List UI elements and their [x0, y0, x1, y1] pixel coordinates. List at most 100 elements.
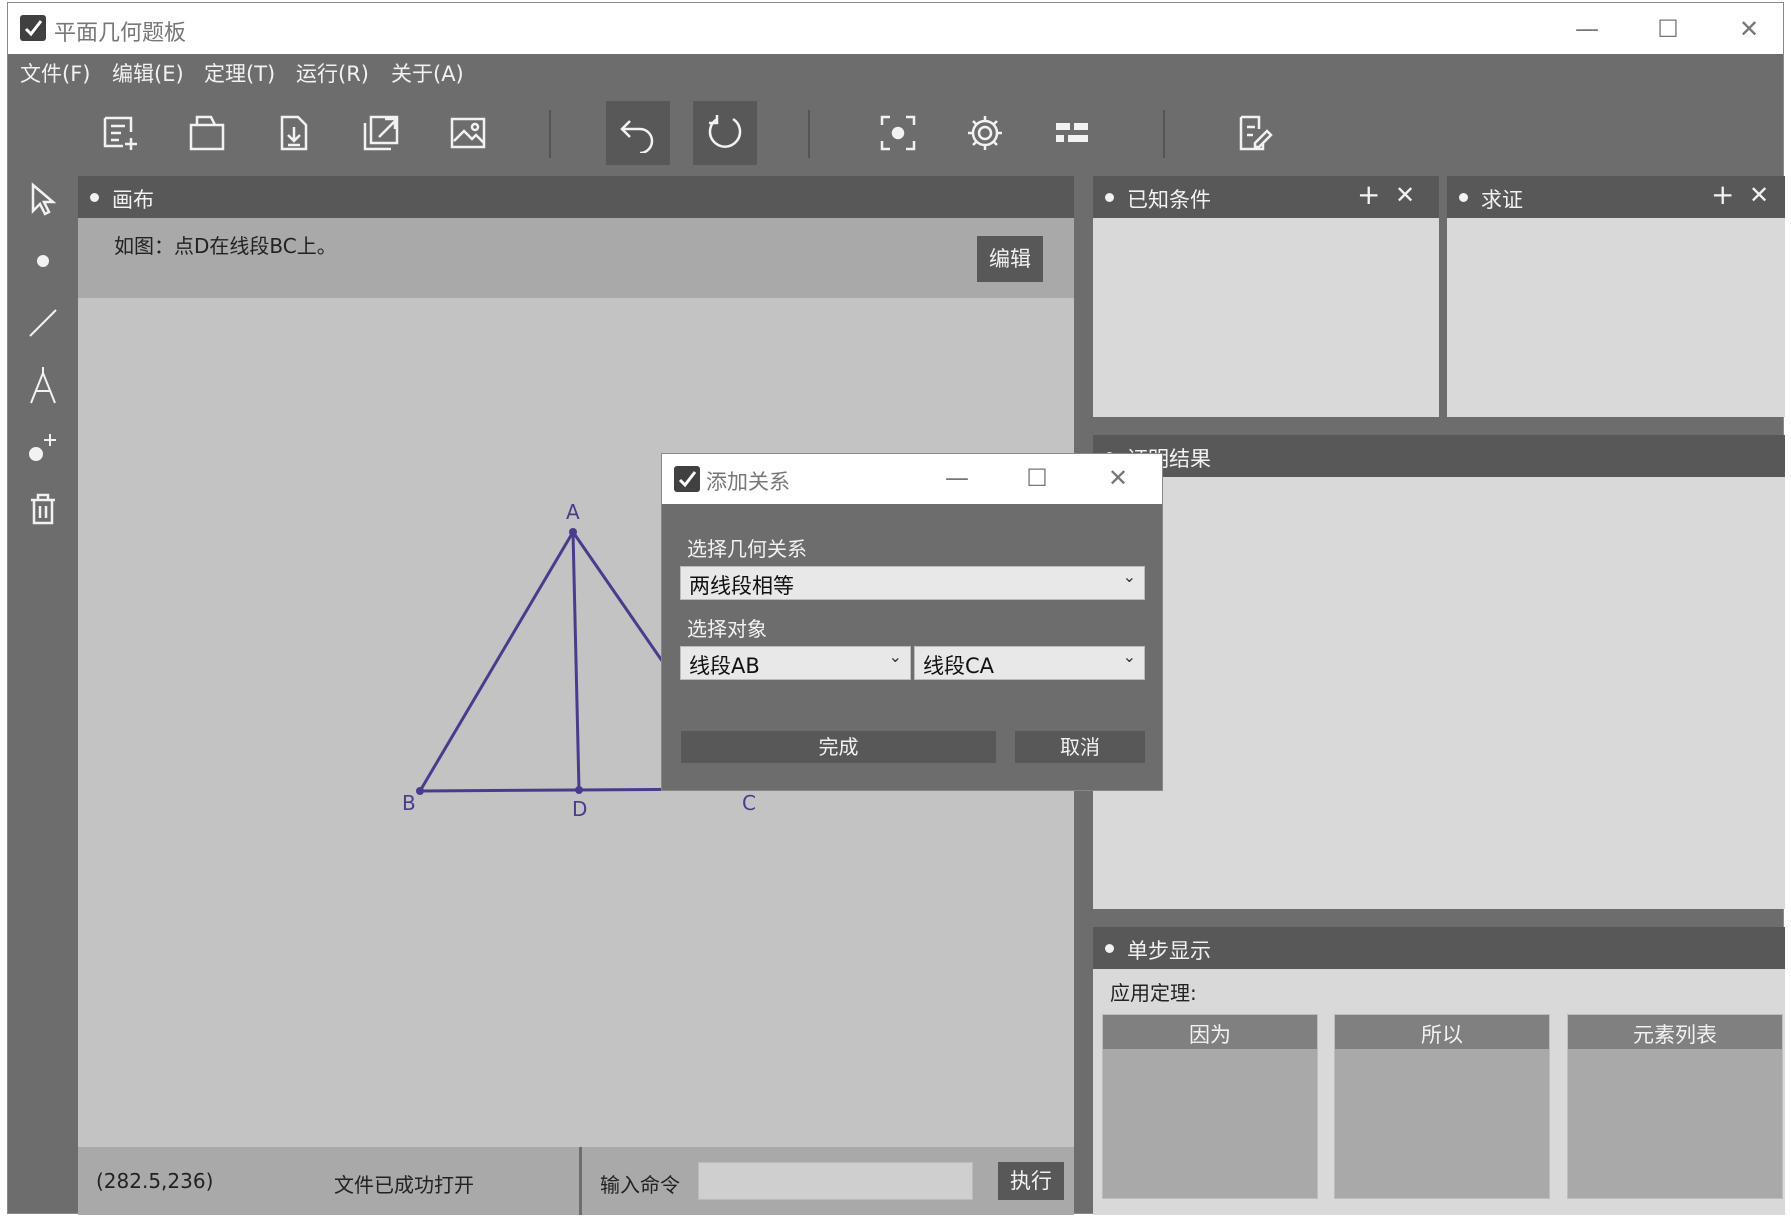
select-icon[interactable]: [20, 176, 66, 222]
new-file-icon[interactable]: [88, 101, 152, 165]
toolbar: [8, 92, 1783, 176]
app-icon: [674, 466, 700, 492]
ok-button[interactable]: 完成: [681, 731, 996, 763]
cancel-button[interactable]: 取消: [1015, 731, 1145, 763]
redo-icon[interactable]: [693, 101, 757, 165]
label-b: B: [402, 791, 416, 815]
close-prove-icon[interactable]: ✕: [1749, 181, 1769, 209]
line-icon[interactable]: [20, 300, 66, 346]
add-relation-dialog: 添加关系 — ☐ ✕ 选择几何关系 两线段相等 ⌄ 选择对象 线段AB ⌄ 线段…: [661, 453, 1163, 791]
add-prove-icon[interactable]: +: [1711, 178, 1734, 211]
add-point-icon[interactable]: [20, 424, 66, 470]
bullet-icon: [1105, 944, 1114, 953]
known-header: 已知条件 + ✕: [1093, 176, 1439, 218]
compass-icon[interactable]: [20, 362, 66, 408]
status-message: 文件已成功打开: [334, 1173, 474, 1197]
label-d: D: [572, 797, 587, 821]
prove-title: 求证: [1481, 188, 1523, 212]
bullet-icon: [1105, 193, 1114, 202]
known-title: 已知条件: [1127, 188, 1211, 212]
object2-select[interactable]: 线段CA ⌄: [914, 646, 1145, 680]
menu-file[interactable]: 文件(F): [20, 58, 90, 88]
export-icon[interactable]: [349, 101, 413, 165]
edit-problem-button[interactable]: 编辑: [977, 236, 1043, 282]
relation-label: 选择几何关系: [687, 537, 807, 561]
title-bar: 平面几何题板 — ☐ ✕: [8, 3, 1783, 54]
status-bar: (282.5,236) 文件已成功打开 输入命令 执行: [78, 1147, 1074, 1215]
command-input[interactable]: [698, 1162, 973, 1200]
focus-icon[interactable]: [866, 101, 930, 165]
object-label: 选择对象: [687, 617, 767, 641]
segment-ad[interactable]: [571, 531, 581, 791]
prove-header: 求证 + ✕: [1447, 176, 1785, 218]
maximize-icon[interactable]: ☐: [1002, 458, 1072, 498]
bullet-icon: [1459, 193, 1468, 202]
element-list-column[interactable]: 元素列表: [1567, 1014, 1783, 1199]
status-divider: [579, 1147, 582, 1215]
theorem-label: 应用定理:: [1110, 981, 1197, 1005]
element-list-header: 元素列表: [1568, 1015, 1782, 1049]
point-b[interactable]: [416, 787, 424, 795]
close-known-icon[interactable]: ✕: [1395, 181, 1415, 209]
bullet-icon: [90, 193, 99, 202]
layout-icon[interactable]: [1040, 101, 1104, 165]
relation-value: 两线段相等: [689, 574, 794, 598]
step-area: 应用定理: 因为 所以 元素列表: [1093, 969, 1785, 1215]
prove-list[interactable]: [1447, 218, 1785, 417]
problem-bar: 如图：点D在线段BC上。 编辑: [78, 218, 1074, 298]
object1-value: 线段AB: [689, 654, 760, 678]
delete-icon[interactable]: [20, 486, 66, 532]
toolbar-separator: [549, 110, 551, 158]
cursor-coordinates: (282.5,236): [96, 1169, 214, 1193]
label-a: A: [566, 500, 580, 524]
step-title: 单步显示: [1127, 939, 1211, 963]
close-icon[interactable]: ✕: [1714, 9, 1784, 49]
undo-icon[interactable]: [606, 101, 670, 165]
maximize-icon[interactable]: ☐: [1633, 9, 1703, 49]
minimize-icon[interactable]: —: [1552, 9, 1622, 49]
because-column[interactable]: 因为: [1102, 1014, 1318, 1199]
chevron-down-icon: ⌄: [888, 647, 902, 666]
toolbar-separator: [808, 110, 810, 158]
save-file-icon[interactable]: [262, 101, 326, 165]
segment-ab[interactable]: [418, 531, 575, 792]
canvas-header: 画布: [78, 176, 1074, 218]
settings-icon[interactable]: [953, 101, 1017, 165]
point-d[interactable]: [575, 786, 583, 794]
object2-value: 线段CA: [923, 654, 995, 678]
image-icon[interactable]: [436, 101, 500, 165]
canvas-title: 画布: [112, 188, 154, 212]
label-c: C: [742, 791, 756, 815]
chevron-down-icon: ⌄: [1122, 647, 1136, 666]
problem-text: 如图：点D在线段BC上。: [114, 234, 337, 258]
dialog-title-bar: 添加关系 — ☐ ✕: [662, 454, 1162, 504]
dialog-title: 添加关系: [706, 470, 790, 494]
therefore-column[interactable]: 所以: [1334, 1014, 1550, 1199]
menu-theorem[interactable]: 定理(T): [204, 58, 275, 88]
window-title: 平面几何题板: [54, 21, 187, 46]
point-icon[interactable]: [20, 238, 66, 284]
execute-button[interactable]: 执行: [998, 1162, 1064, 1200]
menu-bar: 文件(F) 编辑(E) 定理(T) 运行(R) 关于(A): [8, 54, 1783, 92]
result-header: 证明结果: [1093, 435, 1785, 477]
chevron-down-icon: ⌄: [1122, 567, 1136, 586]
command-label: 输入命令: [600, 1173, 680, 1197]
close-icon[interactable]: ✕: [1083, 458, 1153, 498]
menu-run[interactable]: 运行(R): [296, 58, 369, 88]
relation-select[interactable]: 两线段相等 ⌄: [680, 566, 1145, 600]
open-file-icon[interactable]: [175, 101, 239, 165]
menu-about[interactable]: 关于(A): [391, 58, 464, 88]
point-a[interactable]: [569, 528, 577, 536]
therefore-header: 所以: [1335, 1015, 1549, 1049]
edit-note-icon[interactable]: [1221, 101, 1285, 165]
minimize-icon[interactable]: —: [922, 458, 992, 498]
result-area[interactable]: [1093, 477, 1785, 909]
known-list[interactable]: [1093, 218, 1439, 417]
step-header: 单步显示: [1093, 927, 1785, 969]
toolbar-separator: [1163, 110, 1165, 158]
app-icon: [20, 15, 46, 41]
object1-select[interactable]: 线段AB ⌄: [680, 646, 911, 680]
menu-edit[interactable]: 编辑(E): [112, 58, 184, 88]
add-known-icon[interactable]: +: [1357, 178, 1380, 211]
because-header: 因为: [1103, 1015, 1317, 1049]
